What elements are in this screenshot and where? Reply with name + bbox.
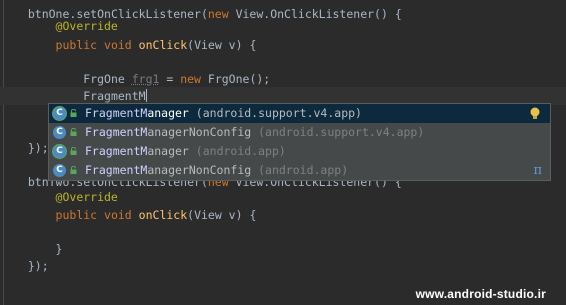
name-rest: anager bbox=[147, 106, 189, 120]
completion-item[interactable]: C FragmentManagerNonConfig (android.suppo… bbox=[49, 123, 550, 142]
code-token: FragmentM bbox=[83, 89, 146, 103]
code-token: }); bbox=[27, 259, 49, 273]
code-token: void bbox=[104, 38, 132, 52]
name-rest: anagerNonConfig bbox=[147, 163, 252, 177]
code-line[interactable]: @Override bbox=[14, 188, 118, 206]
gutter-line bbox=[3, 0, 4, 305]
code-line[interactable]: public void onClick(View v) { bbox=[14, 36, 257, 54]
code-line[interactable]: }); bbox=[14, 139, 49, 157]
public-lock-icon bbox=[70, 147, 77, 155]
completion-popup[interactable]: C FragmentManagerNonConfig (android.app) C… bbox=[48, 103, 551, 181]
code-line[interactable]: @Override bbox=[14, 17, 118, 35]
completion-label: FragmentManagerNonConfig (android.suppor… bbox=[85, 123, 424, 142]
code-token: (View v) { bbox=[187, 208, 257, 222]
name-rest: anager bbox=[147, 144, 189, 158]
code-token: public bbox=[55, 38, 98, 52]
code-token: onClick bbox=[138, 38, 188, 52]
code-token: }); bbox=[27, 141, 49, 155]
class-icon: C bbox=[53, 126, 66, 139]
code-line[interactable]: } bbox=[14, 240, 63, 258]
match-text: FragmentM bbox=[85, 125, 148, 139]
public-lock-icon bbox=[70, 166, 77, 174]
completion-item[interactable]: C FragmentManager (android.support.v4.app… bbox=[49, 104, 550, 123]
code-token: @Override bbox=[55, 19, 118, 33]
code-token: new bbox=[180, 72, 201, 86]
match-text: FragmentM bbox=[85, 163, 148, 177]
package-name: (android.app) bbox=[258, 163, 349, 177]
class-icon: C bbox=[53, 107, 66, 120]
completion-item[interactable]: C FragmentManager (android.app) bbox=[49, 142, 550, 161]
code-token: void bbox=[104, 208, 132, 222]
code-token: = bbox=[159, 72, 181, 86]
name-rest: anagerNonConfig bbox=[147, 125, 252, 139]
code-line[interactable]: }); bbox=[14, 257, 49, 275]
code-token: new bbox=[207, 7, 229, 21]
watermark: www.android-studio.ir bbox=[415, 287, 546, 301]
public-lock-icon bbox=[70, 109, 77, 117]
code-token: @Override bbox=[55, 190, 118, 204]
package-name: (android.support.v4.app) bbox=[195, 106, 362, 120]
code-token: public bbox=[55, 208, 98, 222]
code-token: onClick bbox=[138, 208, 188, 222]
code-line[interactable]: FrgOne frg1 = new FrgOne(); bbox=[14, 70, 270, 88]
code-token: View.OnClickListener() { bbox=[228, 7, 402, 21]
match-text: FragmentM bbox=[85, 144, 148, 158]
match-text: FragmentM bbox=[85, 106, 148, 120]
text-caret bbox=[145, 89, 147, 102]
package-name: (android.support.v4.app) bbox=[258, 125, 425, 139]
completion-label: FragmentManagerNonConfig (android.app) bbox=[85, 161, 348, 180]
code-token: } bbox=[55, 242, 63, 256]
code-line[interactable]: public void onClick(View v) { bbox=[14, 206, 257, 224]
package-name: (android.app) bbox=[195, 144, 286, 158]
code-token: FrgOne bbox=[83, 72, 132, 86]
lightbulb-icon[interactable] bbox=[528, 106, 542, 120]
public-lock-icon bbox=[70, 128, 77, 136]
completion-label: FragmentManager (android.app) bbox=[85, 142, 286, 161]
code-token: frg1 bbox=[131, 72, 160, 86]
class-icon: C bbox=[53, 164, 66, 177]
completion-label: FragmentManager (android.support.v4.app) bbox=[85, 104, 362, 123]
code-token: (View v) { bbox=[187, 38, 257, 52]
completion-item[interactable]: C FragmentManagerNonConfig (android.app) bbox=[49, 161, 550, 180]
pi-icon[interactable]: π bbox=[533, 162, 542, 180]
class-icon: C bbox=[53, 145, 66, 158]
code-token: FrgOne(); bbox=[200, 72, 271, 86]
